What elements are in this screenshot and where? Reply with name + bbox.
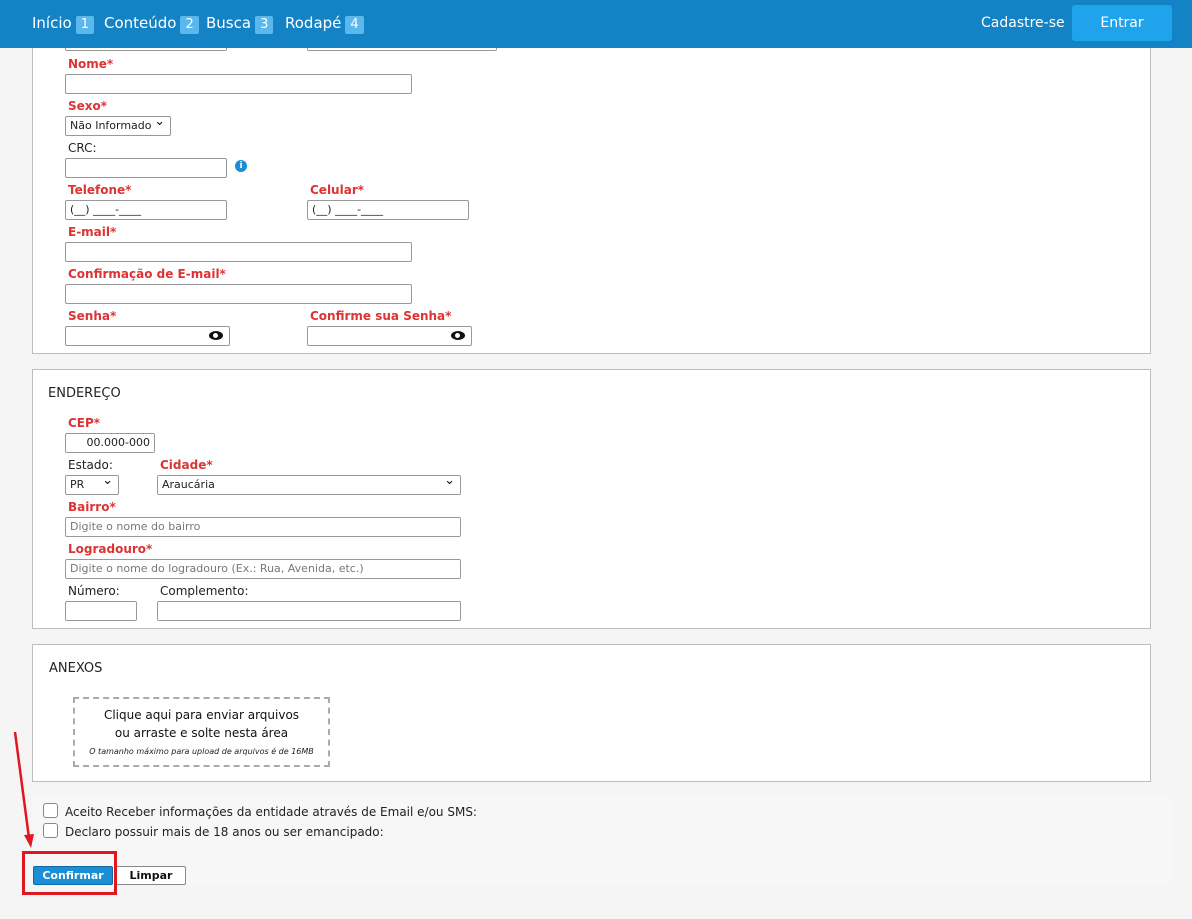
dropzone-line-2: ou arraste e solte nesta área [114, 726, 289, 740]
email-input[interactable] [65, 242, 412, 262]
nav-busca-badge: 3 [255, 16, 274, 34]
senha-confirm-label: Confirme sua Senha* [310, 309, 452, 323]
nav-rodape-badge: 4 [345, 16, 364, 34]
senha-label: Senha* [68, 309, 117, 323]
senha-confirm-input[interactable] [307, 326, 472, 346]
nav-inicio-label: Início [32, 14, 72, 32]
bairro-label: Bairro* [68, 500, 116, 514]
nav-conteudo[interactable]: Conteúdo 2 [104, 13, 199, 34]
info-icon[interactable]: i [235, 160, 247, 172]
cidade-label: Cidade* [160, 458, 213, 472]
senha-input[interactable] [65, 326, 230, 346]
email-confirm-input[interactable] [65, 284, 412, 304]
address-panel: ENDEREÇO CEP* 00.000-000 Estado: PR Cida… [32, 369, 1151, 629]
estado-select[interactable]: PR [65, 472, 119, 495]
crc-input[interactable] [65, 158, 227, 178]
consent-email-sms-checkbox[interactable] [43, 803, 58, 818]
numero-label: Número: [68, 584, 120, 598]
consent-email-sms-label: Aceito Receber informações da entidade a… [65, 805, 477, 819]
upload-dropzone[interactable]: Clique aqui para enviar arquivos ou arra… [73, 697, 330, 767]
dropzone-size-note: O tamanho máximo para upload de arquivos… [89, 747, 314, 756]
consent-age-checkbox[interactable] [43, 823, 58, 838]
personal-data-panel: Nome* Sexo* Não Informado CRC: i Telefon… [32, 20, 1151, 354]
bairro-input[interactable]: Digite o nome do bairro [65, 517, 461, 537]
annotation-highlight-box [22, 851, 117, 895]
dropzone-line-1: Clique aqui para enviar arquivos [103, 708, 300, 722]
nav-conteudo-badge: 2 [180, 16, 199, 34]
attachments-title: ANEXOS [49, 661, 103, 676]
cidade-select[interactable]: Araucária [157, 472, 461, 495]
nav-inicio-badge: 1 [75, 16, 94, 34]
celular-input[interactable]: (__) ____-____ [307, 200, 469, 220]
nav-busca[interactable]: Busca 3 [206, 13, 274, 34]
logradouro-label: Logradouro* [68, 542, 153, 556]
complemento-label: Complemento: [160, 584, 249, 598]
nav-rodape-label: Rodapé [285, 14, 342, 32]
sexo-label: Sexo* [68, 99, 108, 113]
cep-label: CEP* [68, 416, 101, 430]
eye-icon[interactable] [209, 331, 223, 340]
nome-input[interactable] [65, 74, 412, 94]
crc-label: CRC: [68, 141, 97, 155]
numero-input[interactable] [65, 601, 137, 621]
nav-rodape[interactable]: Rodapé 4 [285, 13, 364, 34]
telefone-label: Telefone* [68, 183, 132, 197]
eye-icon[interactable] [451, 331, 465, 340]
cep-input[interactable]: 00.000-000 [65, 433, 155, 453]
logradouro-input[interactable]: Digite o nome do logradouro (Ex.: Rua, A… [65, 559, 461, 579]
top-navigation-bar: Início 1 Conteúdo 2 Busca 3 Rodapé 4 Cadastr… [0, 0, 1192, 48]
telefone-input[interactable]: (__) ____-____ [65, 200, 227, 220]
address-title: ENDEREÇO [48, 386, 121, 401]
attachments-panel: ANEXOS Clique aqui para enviar arquivos … [32, 644, 1151, 782]
clear-button[interactable]: Limpar [116, 866, 186, 885]
celular-label: Celular* [310, 183, 365, 197]
nav-busca-label: Busca [206, 14, 252, 32]
login-button[interactable]: Entrar [1072, 5, 1172, 41]
estado-label: Estado: [68, 458, 113, 472]
sexo-select[interactable]: Não Informado [65, 113, 171, 136]
nav-inicio[interactable]: Início 1 [32, 13, 94, 34]
email-label: E-mail* [68, 225, 117, 239]
consent-age-label: Declaro possuir mais de 18 anos ou ser e… [65, 825, 384, 839]
email-confirm-label: Confirmação de E-mail* [68, 267, 226, 281]
nav-conteudo-label: Conteúdo [104, 14, 177, 32]
nome-label: Nome* [68, 57, 114, 71]
complemento-input[interactable] [157, 601, 461, 621]
register-link[interactable]: Cadastre-se [981, 13, 1065, 33]
